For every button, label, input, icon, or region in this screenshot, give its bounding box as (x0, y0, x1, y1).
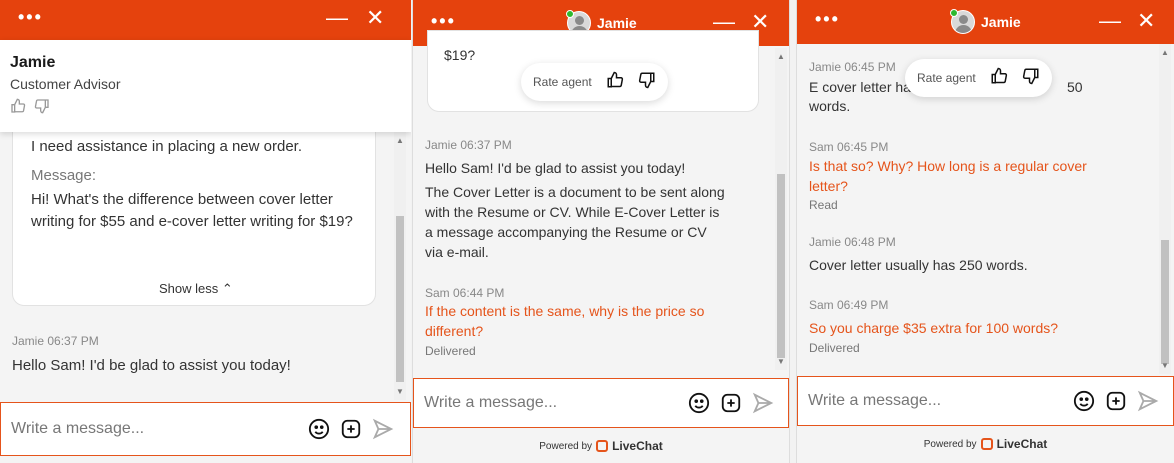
thumbs-down-icon[interactable] (638, 71, 656, 94)
agent-message: Cover letter usually has 250 words. (809, 257, 1028, 273)
emoji-icon[interactable] (308, 418, 330, 440)
livechat-logo-icon (980, 438, 993, 450)
message-composer (797, 376, 1174, 426)
card-text-tail: $19? (444, 47, 476, 63)
powered-by-brand: LiveChat (996, 437, 1048, 451)
chat-header: ••• Jamie — ✕ (797, 0, 1174, 44)
powered-by-text: Powered by (539, 440, 593, 452)
message-meta: Sam 06:45 PM (809, 140, 889, 154)
send-icon[interactable] (1137, 390, 1159, 412)
delivery-status: Delivered (425, 344, 476, 358)
rate-agent-pill: Rate agent (521, 63, 668, 101)
show-less-link[interactable]: Show less ⌃ (159, 281, 233, 297)
close-button[interactable]: ✕ (751, 11, 769, 33)
message-meta: Jamie 06:48 PM (809, 235, 896, 249)
thumbs-up-icon[interactable] (990, 67, 1008, 90)
message-meta: Jamie 06:37 PM (12, 334, 99, 348)
header-agent-name: Jamie (597, 15, 637, 31)
menu-dots-icon[interactable]: ••• (815, 10, 840, 28)
send-icon[interactable] (372, 418, 394, 440)
message-input[interactable] (798, 392, 1073, 410)
pre-chat-message-card: I need assistance in placing a new order… (12, 120, 376, 306)
card-message-text: Hi! What's the difference between cover … (31, 191, 353, 230)
message-composer (0, 402, 411, 456)
agent-message: Hello Sam! I'd be glad to assist you tod… (12, 357, 291, 374)
rate-agent-label: Rate agent (917, 71, 976, 85)
minimize-button[interactable]: — (713, 11, 735, 33)
minimize-button[interactable]: — (1099, 10, 1121, 32)
close-button[interactable]: ✕ (1137, 10, 1155, 32)
powered-by-footer[interactable]: Powered by LiveChat (413, 429, 789, 463)
attach-plus-icon[interactable] (340, 418, 362, 440)
attach-plus-icon[interactable] (1105, 390, 1127, 412)
header-agent: Jamie (951, 10, 1021, 34)
user-message: Is that so? Why? How long is a regular c… (809, 158, 1087, 194)
agent-message: Hello Sam! I'd be glad to assist you tod… (425, 160, 686, 176)
thumbs-up-icon[interactable] (10, 98, 26, 117)
user-message: So you charge $35 extra for 100 words? (809, 320, 1059, 336)
rate-agent-pill: Rate agent (905, 59, 1052, 97)
scrollbar[interactable]: ▲ ▼ (394, 132, 406, 400)
chat-header: ••• — ✕ (0, 0, 411, 40)
agent-role: Customer Advisor (10, 76, 121, 92)
agent-message: The Cover Letter is a document to be sen… (425, 184, 725, 260)
message-meta: Sam 06:49 PM (809, 298, 889, 312)
close-button[interactable]: ✕ (366, 7, 384, 29)
online-status-dot (950, 9, 958, 17)
powered-by-text: Powered by (923, 438, 977, 450)
scrollbar[interactable]: ▲ ▼ (775, 48, 787, 370)
emoji-icon[interactable] (688, 392, 710, 414)
agent-message-part: 50 (1067, 79, 1083, 95)
agent-details-card: Jamie Customer Advisor (0, 40, 411, 132)
user-message: If the content is the same, why is the p… (425, 303, 705, 339)
attach-plus-icon[interactable] (720, 392, 742, 414)
message-meta: Jamie 06:45 PM (809, 60, 896, 74)
message-input[interactable] (1, 420, 308, 438)
livechat-logo-icon (596, 440, 609, 452)
message-input[interactable] (414, 394, 688, 412)
delivery-status: Delivered (809, 341, 860, 355)
message-meta: Sam 06:44 PM (425, 286, 505, 300)
read-status: Read (809, 198, 838, 212)
menu-dots-icon[interactable]: ••• (431, 12, 456, 30)
message-composer (413, 378, 789, 428)
card-line-1: I need assistance in placing a new order… (31, 138, 303, 155)
menu-dots-icon[interactable]: ••• (18, 8, 43, 26)
send-icon[interactable] (752, 392, 774, 414)
chat-panel-1: ••• — ✕ Jamie Customer Advisor I need as… (0, 0, 411, 463)
agent-message-part: words. (809, 98, 851, 114)
thumbs-up-icon[interactable] (606, 71, 624, 94)
scrollbar[interactable]: ▲ ▼ (1159, 44, 1171, 374)
emoji-icon[interactable] (1073, 390, 1095, 412)
online-status-dot (566, 10, 574, 18)
agent-message-part: E cover letter ha (809, 79, 911, 95)
card-message-label: Message: (31, 167, 97, 184)
rate-agent-label: Rate agent (533, 75, 592, 89)
chat-panel-3: ••• Jamie — ✕ Jamie 06:45 PM E cover let… (796, 0, 1174, 463)
minimize-button[interactable]: — (326, 7, 348, 29)
agent-name: Jamie (10, 54, 56, 71)
header-agent-name: Jamie (981, 14, 1021, 30)
thumbs-down-icon[interactable] (1022, 67, 1040, 90)
message-meta: Jamie 06:37 PM (425, 138, 512, 152)
chat-panel-2: ••• Jamie — ✕ $19? Rate agent Jamie 06:3… (412, 0, 790, 463)
thumbs-down-icon[interactable] (34, 98, 50, 117)
powered-by-footer[interactable]: Powered by LiveChat (797, 427, 1174, 461)
powered-by-brand: LiveChat (612, 439, 663, 453)
